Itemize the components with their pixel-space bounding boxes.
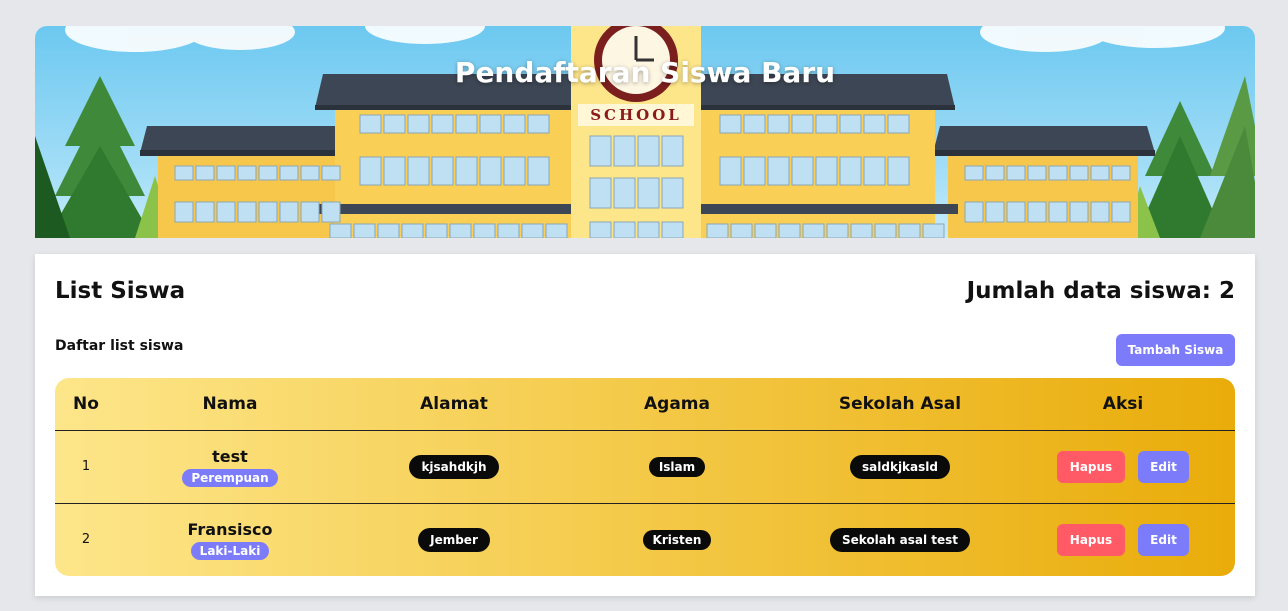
list-title: List Siswa (55, 278, 186, 304)
header-aksi: Aksi (1102, 393, 1144, 414)
table-header-row: No Nama Alamat Agama Sekolah Asal Aksi (55, 378, 1235, 430)
student-list-card: List Siswa Jumlah data siswa: 2 Daftar l… (35, 254, 1255, 596)
delete-button[interactable]: Hapus (1057, 450, 1125, 483)
actions-cell: Hapus Edit (1011, 502, 1235, 576)
agama-cell: Islam (565, 429, 789, 503)
alamat-cell: kjsahdkjh (343, 429, 565, 503)
gender-badge: Perempuan (182, 468, 278, 487)
actions-cell: Hapus Edit (1011, 429, 1235, 503)
sekolah-cell: Sekolah asal test (789, 502, 1011, 576)
gender-badge: Laki-Laki (190, 541, 270, 560)
agama-cell: Kristen (565, 502, 789, 576)
table-row: 2 Fransisco Laki-Laki Jember Kristen Sek… (55, 502, 1235, 576)
page-title: Pendaftaran Siswa Baru (454, 56, 836, 89)
sekolah-cell: saldkjkasld (789, 429, 1011, 503)
agama-badge: Islam (648, 456, 706, 477)
tree-right (1125, 76, 1255, 238)
header-nama: Nama (202, 393, 258, 414)
header-no: No (73, 393, 99, 414)
student-table: No Nama Alamat Agama Sekolah Asal Aksi 1… (55, 378, 1235, 576)
header-alamat: Alamat (420, 393, 488, 414)
alamat-badge: Jember (418, 527, 490, 552)
sekolah-badge: saldkjkasld (850, 454, 950, 479)
edit-button[interactable]: Edit (1138, 450, 1189, 483)
agama-badge: Kristen (642, 529, 712, 550)
student-name-cell: test Perempuan (117, 429, 343, 503)
edit-button[interactable]: Edit (1138, 523, 1189, 556)
sekolah-badge: Sekolah asal test (830, 527, 970, 552)
delete-button[interactable]: Hapus (1057, 523, 1125, 556)
row-number: 1 (55, 429, 117, 503)
student-name: Fransisco (187, 519, 273, 539)
student-name-cell: Fransisco Laki-Laki (117, 502, 343, 576)
header-banner: SCHOOL Pendaftaran Siswa Baru (35, 26, 1255, 238)
list-subtitle: Daftar list siswa (55, 338, 184, 354)
alamat-badge: kjsahdkjh (409, 454, 499, 479)
header-agama: Agama (644, 393, 710, 414)
school-sign-text: SCHOOL (590, 106, 682, 124)
alamat-cell: Jember (343, 502, 565, 576)
student-name: test (212, 446, 248, 466)
student-count: Jumlah data siswa: 2 (966, 278, 1235, 304)
header-sekolah-asal: Sekolah Asal (838, 393, 962, 414)
table-row: 1 test Perempuan kjsahdkjh Islam saldkjk… (55, 429, 1235, 503)
add-student-button[interactable]: Tambah Siswa (1116, 334, 1235, 366)
tree-left (35, 76, 175, 238)
row-number: 2 (55, 502, 117, 576)
